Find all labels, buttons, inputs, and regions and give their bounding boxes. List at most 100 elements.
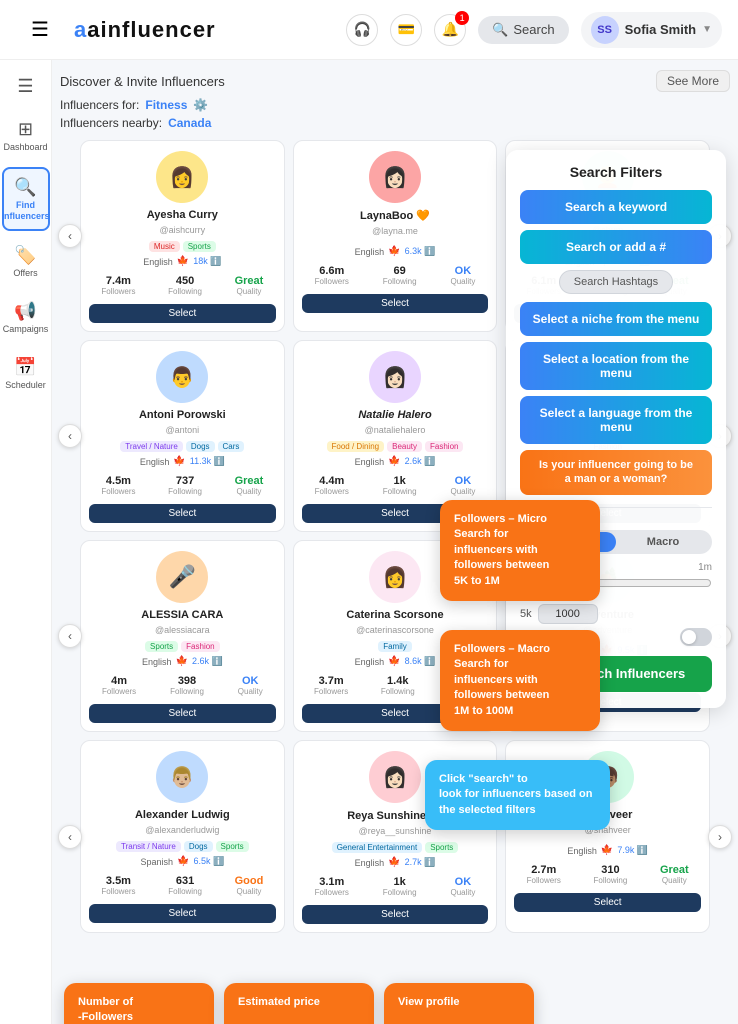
card-handle: @layna.me (372, 226, 418, 236)
card-alessia: 🎤 ALESSIA CARA @alessiacara Sports Fashi… (80, 540, 285, 732)
avatar-caterina: 👩 (369, 551, 421, 603)
chevron-down-icon: ▼ (702, 24, 712, 35)
card-handle: @caterinascorsone (356, 625, 434, 635)
tag-music: Music (149, 241, 180, 252)
location-tag[interactable]: Canada (168, 116, 211, 130)
card-meta: English 🍁 2.6k ℹ️ (142, 656, 223, 667)
card-stats: 6.6mFollowers 69Following OKQuality (302, 265, 489, 286)
card-meta: English 🍁 6.3k ℹ️ (355, 246, 436, 257)
prev-arrow-4[interactable]: ‹ (58, 825, 82, 849)
location-select-button[interactable]: Select a location from the menu (520, 342, 712, 390)
bell-icon[interactable]: 🔔 (434, 14, 466, 46)
cards-row-4: ‹ 👨🏼 Alexander Ludwig @alexanderludwig T… (60, 740, 730, 933)
tag-sports: Sports (183, 241, 216, 252)
card-tags: Family (378, 641, 412, 652)
menu-icon: ☰ (17, 76, 33, 97)
card-tags: General Entertainment Sports (332, 842, 459, 853)
card-meta: English 🍁 7.9k ℹ️ (567, 845, 648, 856)
select-button[interactable]: Select (89, 904, 276, 923)
language-select-button[interactable]: Select a language from the menu (520, 396, 712, 444)
card-handle: @alessiacara (155, 625, 210, 635)
card-stats: 3.1mFollowers 1kFollowing OKQuality (302, 876, 489, 897)
card-meta: English 🍁 11.3k ℹ️ (140, 456, 225, 467)
sidebar-item-campaigns[interactable]: 📢 Campaigns (2, 293, 50, 343)
card-handle: @aishcurry (160, 225, 206, 235)
card-handle: @alexanderludwig (145, 825, 219, 835)
keyword-search-button[interactable]: Search a keyword (520, 190, 712, 224)
sidebar: ☰ ⊞ Dashboard 🔍 FindInfluencers 🏷️ Offer… (0, 60, 52, 1024)
wallet-icon[interactable]: 💳 (390, 14, 422, 46)
card-ayesha: 👩 Ayesha Curry @aishcurry Music Sports E… (80, 140, 285, 332)
card-meta: English 🍁 2.7k ℹ️ (355, 857, 436, 868)
avatar-alessia: 🎤 (156, 551, 208, 603)
header-right: 🎧 💳 🔔 🔍 Search SS Sofia Smith ▼ (346, 12, 722, 48)
offers-icon: 🏷️ (14, 245, 36, 266)
range-value-input[interactable] (538, 604, 598, 624)
card-tags: Travel / Nature Dogs Cars (120, 441, 244, 452)
card-meta: English 🍁 8.6k ℹ️ (355, 656, 436, 667)
autosave-toggle[interactable] (680, 628, 712, 646)
main-content: Discover & Invite Influencers See More I… (52, 60, 738, 1024)
followers-micro-annotation: Followers – Micro Search for influencers… (440, 500, 600, 601)
card-name: Antoni Porowski (139, 409, 226, 421)
card-name: ALESSIA CARA (141, 609, 223, 621)
macro-button[interactable]: Macro (616, 532, 710, 552)
card-name: Natalie Halero (358, 409, 431, 421)
logo: aainfluencer (74, 17, 216, 43)
card-stats: 2.7mFollowers 310Following GreatQuality (514, 864, 701, 885)
card-name: LaynaBoo 🧡 (360, 209, 430, 222)
estimated-price-annotation: Estimated price (224, 983, 374, 1024)
niche-select-button[interactable]: Select a niche from the menu (520, 302, 712, 336)
dashboard-icon: ⊞ (18, 119, 33, 140)
card-tags: Music Sports (149, 241, 216, 252)
campaigns-icon: 📢 (14, 301, 36, 322)
filters-title: Search Filters (520, 164, 712, 180)
avatar-alexander: 👨🏼 (156, 751, 208, 803)
card-stats: 7.4mFollowers 450Following GreatQuality (89, 275, 276, 296)
prev-arrow-1[interactable]: ‹ (58, 224, 82, 248)
select-button[interactable]: Select (302, 905, 489, 924)
card-meta: English 🍁 2.6k ℹ️ (355, 456, 436, 467)
avatar-layna: 👩🏻 (369, 151, 421, 203)
search-icon: 🔍 (492, 22, 508, 38)
scheduler-icon: 📅 (14, 357, 36, 378)
prev-arrow-3[interactable]: ‹ (58, 624, 82, 648)
avatar-reya: 👩🏻 (369, 751, 421, 803)
menu-toggle[interactable]: ☰ (16, 17, 64, 42)
select-button[interactable]: Select (89, 304, 276, 323)
card-handle: @antoni (166, 425, 200, 435)
headphones-icon[interactable]: 🎧 (346, 14, 378, 46)
sidebar-item-find-influencers[interactable]: 🔍 FindInfluencers (2, 167, 50, 232)
select-button[interactable]: Select (89, 504, 276, 523)
filter-row: Influencers for: Fitness ⚙️ (60, 98, 730, 112)
search-hashtags-button[interactable]: Search Hashtags (559, 270, 673, 294)
card-tags: Sports Fashion (145, 641, 220, 652)
user-chip[interactable]: SS Sofia Smith ▼ (581, 12, 722, 48)
fitness-tag[interactable]: Fitness (145, 98, 187, 112)
select-button[interactable]: Select (514, 893, 701, 912)
cards-section: ‹ 👩 Ayesha Curry @aishcurry Music Sports… (60, 140, 730, 1024)
sidebar-item-menu[interactable]: ☰ (2, 68, 50, 105)
see-more-button[interactable]: See More (656, 70, 730, 92)
gender-select-button[interactable]: Is your influencer going to be a man or … (520, 450, 712, 495)
view-profile-annotation: View profile (384, 983, 534, 1024)
followers-macro-annotation: Followers – Macro Search for influencers… (440, 630, 600, 731)
card-antoni: 👨 Antoni Porowski @antoni Travel / Natur… (80, 340, 285, 532)
toggle-knob (682, 630, 696, 644)
hashtag-search-button[interactable]: Search or add a # (520, 230, 712, 264)
card-name: Ayesha Curry (147, 209, 218, 221)
sidebar-item-offers[interactable]: 🏷️ Offers (2, 237, 50, 287)
select-button[interactable]: Select (89, 704, 276, 723)
select-button[interactable]: Select (302, 294, 489, 313)
settings-icon[interactable]: ⚙️ (193, 98, 208, 112)
card-alexander: 👨🏼 Alexander Ludwig @alexanderludwig Tra… (80, 740, 285, 933)
card-name: Alexander Ludwig (135, 809, 230, 821)
click-search-annotation: Click "search" to look for influencers b… (425, 760, 610, 830)
sidebar-item-dashboard[interactable]: ⊞ Dashboard (2, 111, 50, 161)
sidebar-item-scheduler[interactable]: 📅 Scheduler (2, 349, 50, 399)
range-value-row: 5k (520, 604, 712, 624)
search-button[interactable]: 🔍 Search (478, 16, 568, 44)
prev-arrow-2[interactable]: ‹ (58, 424, 82, 448)
search-filters-panel: Search Filters Search a keyword Search o… (506, 150, 726, 708)
next-arrow-4[interactable]: › (708, 825, 732, 849)
